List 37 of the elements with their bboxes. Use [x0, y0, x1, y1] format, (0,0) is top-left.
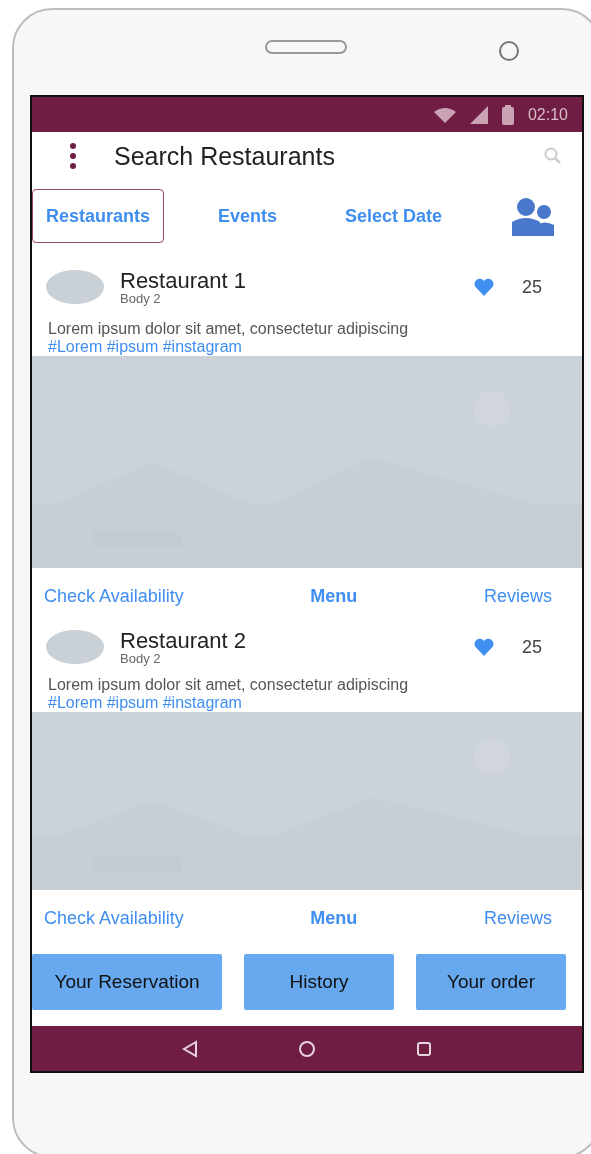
description-text: Lorem ipsum dolor sit amet, consectetur adipiscing: [47, 676, 410, 694]
tab[interactable]: Events: [204, 189, 292, 243]
bottom-button[interactable]: Your order: [416, 954, 566, 1010]
signal-icon: [469, 105, 488, 124]
restaurant-subtitle: Body 2: [120, 291, 162, 305]
heart-icon[interactable]: [473, 638, 494, 656]
restaurant-name: Restaurant 1: [120, 269, 247, 292]
like-count: 25: [521, 636, 542, 658]
heart-icon[interactable]: [473, 278, 494, 296]
camera-lens: [499, 40, 519, 61]
bottom-button[interactable]: Your Reservation: [32, 954, 222, 1010]
card-action-link[interactable]: Check Availability: [44, 907, 184, 929]
search-title: Search Restaurants: [114, 141, 336, 171]
card-action-link[interactable]: Menu: [310, 907, 358, 929]
battery-icon: [501, 104, 514, 125]
people-icon[interactable]: [512, 196, 554, 236]
card-action-link[interactable]: Reviews: [483, 907, 552, 929]
tab[interactable]: Restaurants: [32, 189, 165, 243]
tab[interactable]: Select Date: [331, 189, 457, 243]
menu-icon[interactable]: [70, 143, 76, 169]
card-action-link[interactable]: Reviews: [483, 585, 552, 607]
restaurant-subtitle: Body 2: [120, 651, 162, 665]
hashtag-link[interactable]: #Lorem #ipsum #instagram: [32, 694, 582, 712]
description-text: Lorem ipsum dolor sit amet, consectetur adipiscing: [47, 320, 410, 338]
hashtag-link[interactable]: #Lorem #ipsum #instagram: [32, 338, 582, 356]
like-count: 25: [521, 276, 542, 298]
status-time: 02:10: [527, 105, 568, 124]
card-action-link[interactable]: Check Availability: [44, 585, 184, 607]
back-icon[interactable]: [182, 1039, 198, 1058]
card-action-link[interactable]: Menu: [310, 585, 358, 607]
wifi-icon: [433, 106, 456, 123]
home-icon[interactable]: [298, 1039, 316, 1058]
bottom-button[interactable]: History: [244, 954, 394, 1010]
restaurant-name: Restaurant 2: [120, 629, 247, 652]
avatar-placeholder: [46, 270, 104, 304]
recent-apps-icon[interactable]: [416, 1040, 432, 1057]
avatar-placeholder: [46, 630, 104, 664]
